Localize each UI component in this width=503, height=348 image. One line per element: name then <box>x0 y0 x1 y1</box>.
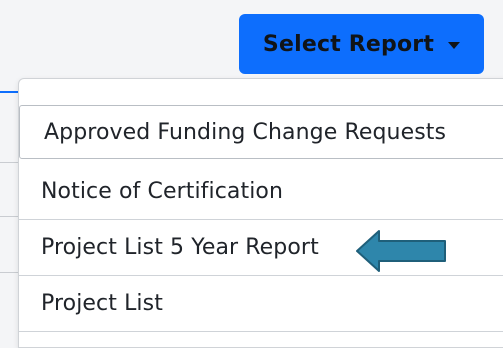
menu-item-label: Project List <box>41 290 163 316</box>
select-report-label: Select Report <box>262 31 435 57</box>
menu-item-notice-of-certification[interactable]: Notice of Certification <box>19 163 503 219</box>
background-rule <box>0 162 18 163</box>
background-rule <box>0 272 18 273</box>
background-rule <box>0 216 18 217</box>
select-report-button[interactable]: Select Report <box>239 14 484 74</box>
menu-item-project-list[interactable]: Project List <box>19 275 503 331</box>
left-arrow-icon <box>356 230 446 272</box>
report-dropdown-menu: Approved Funding Change Requests Notice … <box>18 78 503 348</box>
report-toolbar: Select Report <box>0 0 503 78</box>
menu-item-label: Notice of Certification <box>41 178 284 204</box>
caret-down-icon <box>448 41 461 49</box>
menu-divider <box>19 331 503 332</box>
background-rule <box>0 91 18 93</box>
menu-item-label: Project List 5 Year Report <box>41 234 319 260</box>
menu-item-approved-funding-change-requests[interactable]: Approved Funding Change Requests <box>19 105 503 159</box>
menu-item-label: Approved Funding Change Requests <box>44 119 447 145</box>
